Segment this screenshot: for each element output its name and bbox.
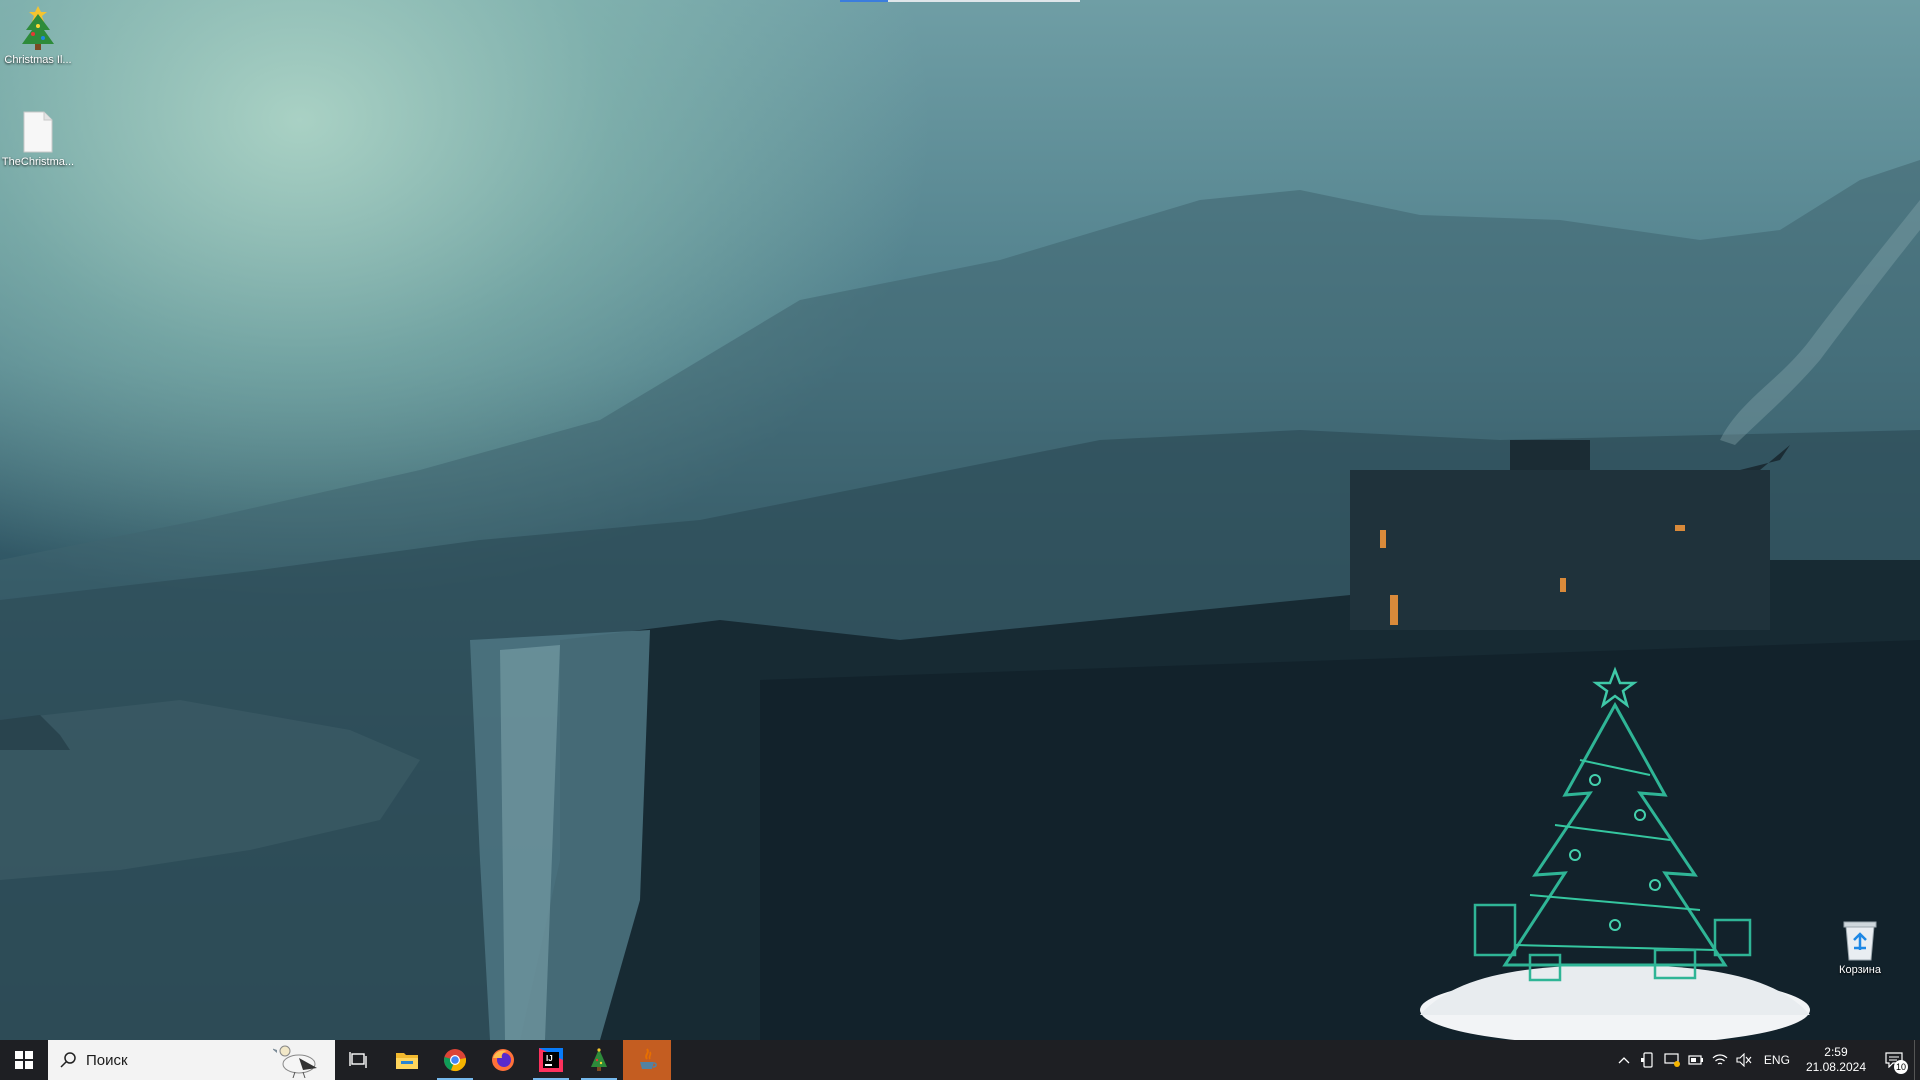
search-box[interactable]: Поиск [48, 1040, 335, 1080]
desktop-icon-document[interactable]: TheChristma... [0, 110, 76, 169]
chevron-up-icon [1618, 1057, 1630, 1064]
chrome-icon [444, 1049, 466, 1072]
java-icon [640, 1048, 657, 1069]
firefox-icon [492, 1049, 514, 1071]
wifi-icon [1712, 1054, 1728, 1065]
desktop-icon-label: Корзина [1839, 964, 1881, 976]
windows-icon [15, 1051, 33, 1069]
desktop-icon-label: Christmas Il... [4, 54, 72, 66]
taskbar-chrome[interactable] [431, 1040, 479, 1080]
clock-time: 2:59 [1824, 1045, 1848, 1059]
folder-icon [396, 1053, 418, 1069]
search-placeholder: Поиск [86, 1051, 128, 1069]
tray-battery-icon[interactable] [1684, 1040, 1708, 1080]
intellij-icon: IJ [539, 1048, 563, 1072]
task-view-icon [349, 1052, 367, 1068]
clock[interactable]: 2:59 21.08.2024 [1798, 1045, 1874, 1075]
start-button[interactable] [0, 1040, 48, 1080]
tray-security-icon[interactable] [1660, 1040, 1684, 1080]
language-indicator[interactable]: ENG [1756, 1053, 1798, 1067]
christmas-tree-icon [22, 6, 54, 50]
notification-count-badge: 10 [1894, 1060, 1908, 1074]
desktop-icon-label: TheChristma... [1, 156, 75, 168]
tray-device-icon[interactable] [1636, 1040, 1660, 1080]
taskbar-intellij[interactable]: IJ [527, 1040, 575, 1080]
device-icon [1640, 1052, 1653, 1068]
search-icon [60, 1052, 76, 1068]
battery-icon [1688, 1055, 1703, 1065]
document-icon [23, 111, 53, 153]
volume-muted-icon [1736, 1053, 1752, 1067]
show-desktop-button[interactable] [1914, 1040, 1920, 1080]
desktop[interactable]: Christmas Il... TheChristma... Корзина [0, 0, 1920, 1040]
clock-date: 21.08.2024 [1805, 1060, 1866, 1074]
svg-text:IJ: IJ [546, 1054, 553, 1063]
taskbar-java-app[interactable] [623, 1040, 671, 1080]
tray-volume-icon[interactable] [1732, 1040, 1756, 1080]
taskbar: Поиск IJ ENG 2:59 21.08.2024 10 [0, 1040, 1920, 1080]
tree-icon [591, 1048, 607, 1071]
task-view-button[interactable] [335, 1040, 383, 1080]
action-center-button[interactable]: 10 [1874, 1040, 1914, 1080]
tray-network-icon[interactable] [1708, 1040, 1732, 1080]
search-highlight-bird-icon [273, 1045, 317, 1078]
system-tray: ENG 2:59 21.08.2024 10 [1612, 1040, 1920, 1080]
taskbar-file-explorer[interactable] [383, 1040, 431, 1080]
window-edge-hint [840, 0, 1080, 2]
taskbar-firefox[interactable] [479, 1040, 527, 1080]
desktop-icon-recycle-bin[interactable]: Корзина [1822, 918, 1898, 977]
recycle-bin-icon [1843, 921, 1877, 961]
taskbar-christmas-tree-app[interactable] [575, 1040, 623, 1080]
show-hidden-icons-button[interactable] [1612, 1040, 1636, 1080]
desktop-icon-christmas[interactable]: Christmas Il... [0, 4, 76, 67]
christmas-tree-widget[interactable] [1415, 665, 1815, 1040]
monitor-shield-icon [1664, 1053, 1680, 1067]
